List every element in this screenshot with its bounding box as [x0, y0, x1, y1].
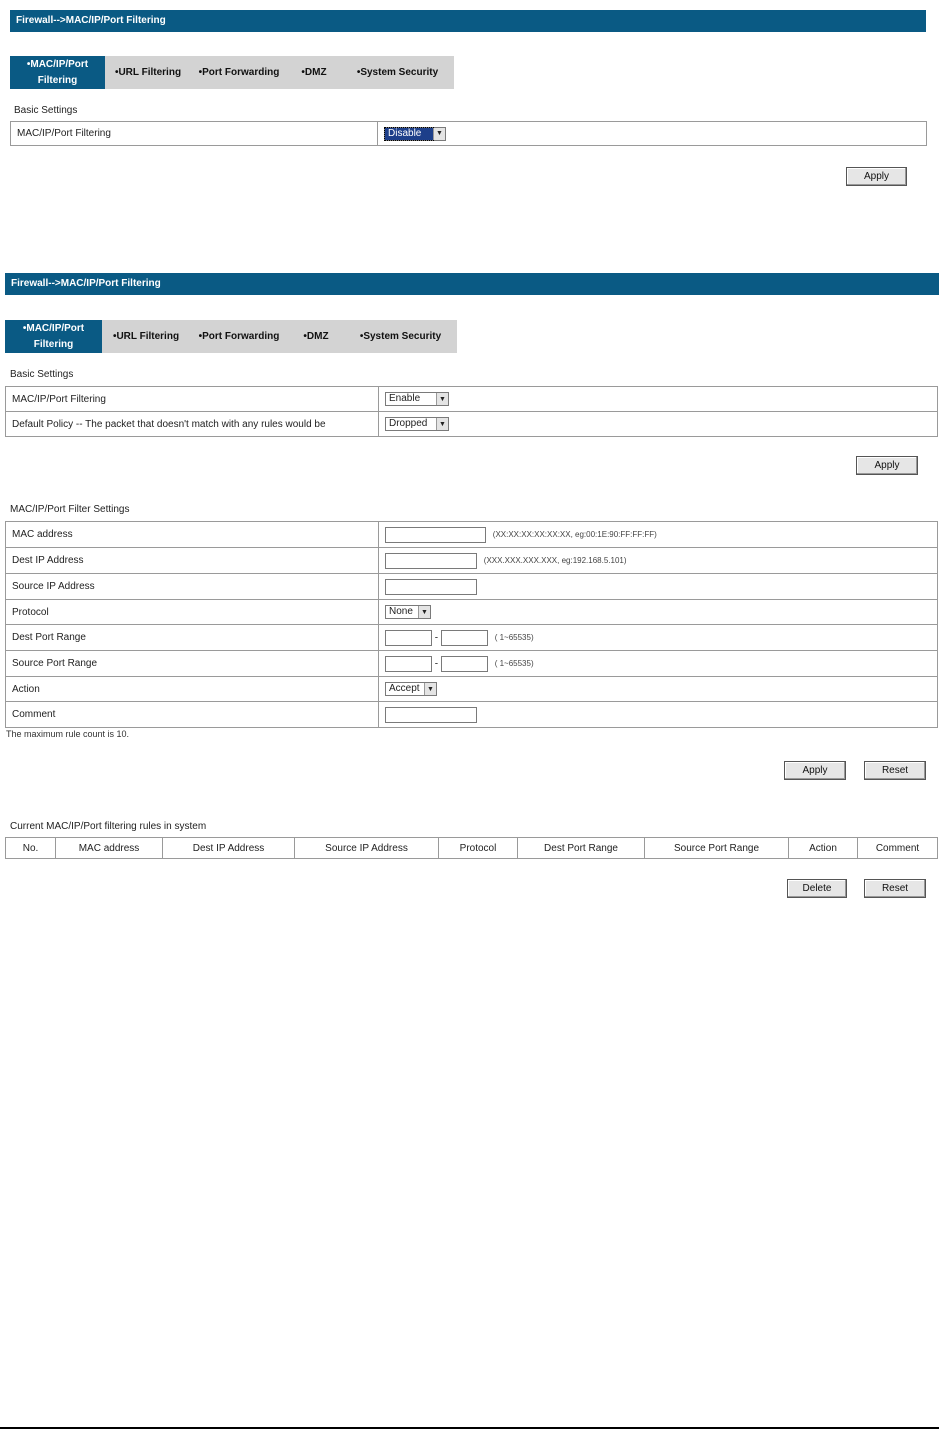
column-header: MAC address: [55, 837, 163, 859]
default-policy-label: Default Policy -- The packet that doesn'…: [5, 411, 379, 437]
tab-dmz[interactable]: •DMZ: [288, 320, 344, 353]
panel1-basic-settings-table: MAC/IP/Port Filtering Disable ▼: [10, 121, 927, 146]
chevron-down-icon: ▼: [436, 393, 448, 405]
source-ip-input[interactable]: [385, 578, 477, 595]
dest-ip-label: Dest IP Address: [5, 547, 379, 574]
dest-port-hint: ( 1~65535): [494, 633, 534, 642]
mac-address-label: MAC address: [5, 521, 379, 548]
tab-mac-ip-port-filtering[interactable]: •MAC/IP/Port Filtering: [5, 320, 102, 353]
tab-system-security[interactable]: •System Security: [341, 56, 454, 89]
table-row: MAC/IP/Port Filtering Enable ▼: [5, 386, 938, 412]
mac-address-hint: (XX:XX:XX:XX:XX:XX, eg:00:1E:90:FF:FF:FF…: [492, 530, 657, 539]
column-header: Source Port Range: [644, 837, 789, 859]
table-row: Protocol None ▼: [5, 599, 938, 625]
protocol-select[interactable]: None ▼: [385, 605, 431, 619]
chevron-down-icon: ▼: [418, 606, 430, 618]
filter-settings-table: MAC address (XX:XX:XX:XX:XX:XX, eg:00:1E…: [5, 521, 938, 728]
source-port-start-input[interactable]: [385, 655, 432, 672]
tab-dmz[interactable]: •DMZ: [287, 56, 341, 89]
chevron-down-icon: ▼: [424, 683, 436, 695]
filter-apply-button[interactable]: Apply: [784, 761, 846, 780]
panel1-apply-button[interactable]: Apply: [846, 167, 907, 186]
dest-port-start-input[interactable]: [385, 629, 432, 646]
table-row: Comment: [5, 701, 938, 728]
panel1-title: Firewall-->MAC/IP/Port Filtering: [16, 15, 166, 26]
port-range-dash: -: [434, 632, 439, 643]
panel1-basic-settings-title: Basic Settings: [14, 105, 78, 116]
tab-mac-ip-port-filtering[interactable]: •MAC/IP/Port Filtering: [10, 56, 105, 89]
max-rule-note: The maximum rule count is 10.: [6, 729, 130, 739]
current-rules-title: Current MAC/IP/Port filtering rules in s…: [10, 821, 207, 832]
mac-address-input[interactable]: [385, 526, 486, 543]
panel2-tab-bar: •MAC/IP/Port Filtering •URL Filtering •P…: [5, 320, 457, 353]
chevron-down-icon: ▼: [433, 127, 445, 140]
panel2-title: Firewall-->MAC/IP/Port Filtering: [11, 278, 161, 289]
tab-system-security[interactable]: •System Security: [344, 320, 457, 353]
table-row: Dest IP Address (XXX.XXX.XXX.XXX, eg:192…: [5, 547, 938, 574]
table-row: Action Accept ▼: [5, 676, 938, 702]
table-row: Default Policy -- The packet that doesn'…: [5, 411, 938, 437]
dest-ip-input[interactable]: [385, 552, 477, 569]
rules-reset-button[interactable]: Reset: [864, 879, 926, 898]
source-ip-label: Source IP Address: [5, 573, 379, 600]
delete-button[interactable]: Delete: [787, 879, 847, 898]
dest-port-range-label: Dest Port Range: [5, 624, 379, 651]
source-port-range-label: Source Port Range: [5, 650, 379, 677]
panel2-basic-settings-table: MAC/IP/Port Filtering Enable ▼ Default P…: [5, 386, 938, 437]
table-header-row: No. MAC address Dest IP Address Source I…: [5, 837, 938, 859]
column-header: Source IP Address: [294, 837, 439, 859]
column-header: Dest IP Address: [162, 837, 295, 859]
table-row: Dest Port Range - ( 1~65535): [5, 624, 938, 651]
source-port-hint: ( 1~65535): [494, 659, 534, 668]
column-header: Comment: [857, 837, 938, 859]
column-header: Dest Port Range: [517, 837, 645, 859]
table-row: MAC address (XX:XX:XX:XX:XX:XX, eg:00:1E…: [5, 521, 938, 548]
comment-label: Comment: [5, 701, 379, 728]
filter-settings-title: MAC/IP/Port Filter Settings: [10, 504, 130, 515]
column-header: Protocol: [438, 837, 518, 859]
source-port-end-input[interactable]: [440, 655, 488, 672]
panel1-title-bar: Firewall-->MAC/IP/Port Filtering: [10, 10, 926, 32]
filter-select[interactable]: Disable ▼: [384, 126, 446, 141]
port-range-dash: -: [434, 658, 439, 669]
comment-input[interactable]: [385, 706, 477, 723]
tab-url-filtering[interactable]: •URL Filtering: [105, 56, 191, 89]
protocol-label: Protocol: [5, 599, 379, 625]
column-header: No.: [5, 837, 56, 859]
default-policy-select[interactable]: Dropped ▼: [385, 417, 449, 431]
column-header: Action: [788, 837, 858, 859]
filter-label: MAC/IP/Port Filtering: [5, 386, 379, 412]
filter-select[interactable]: Enable ▼: [385, 392, 449, 406]
dest-ip-hint: (XXX.XXX.XXX.XXX, eg:192.168.5.101): [483, 556, 627, 565]
chevron-down-icon: ▼: [436, 418, 448, 430]
action-select[interactable]: Accept ▼: [385, 682, 437, 696]
panel2-basic-apply-button[interactable]: Apply: [856, 456, 918, 475]
action-label: Action: [5, 676, 379, 702]
tab-port-forwarding[interactable]: •Port Forwarding: [191, 56, 287, 89]
tab-url-filtering[interactable]: •URL Filtering: [102, 320, 190, 353]
panel2-basic-settings-title: Basic Settings: [10, 369, 74, 380]
current-rules-table: No. MAC address Dest IP Address Source I…: [5, 837, 938, 859]
page-bottom-rule: [0, 1427, 939, 1429]
table-row: Source Port Range - ( 1~65535): [5, 650, 938, 677]
filter-label: MAC/IP/Port Filtering: [10, 121, 378, 146]
dest-port-end-input[interactable]: [440, 629, 488, 646]
tab-port-forwarding[interactable]: •Port Forwarding: [190, 320, 288, 353]
table-row: Source IP Address: [5, 573, 938, 600]
panel2-title-bar: Firewall-->MAC/IP/Port Filtering: [5, 273, 939, 295]
table-row: MAC/IP/Port Filtering Disable ▼: [10, 121, 927, 146]
filter-reset-button[interactable]: Reset: [864, 761, 926, 780]
panel1-tab-bar: •MAC/IP/Port Filtering •URL Filtering •P…: [10, 56, 454, 89]
